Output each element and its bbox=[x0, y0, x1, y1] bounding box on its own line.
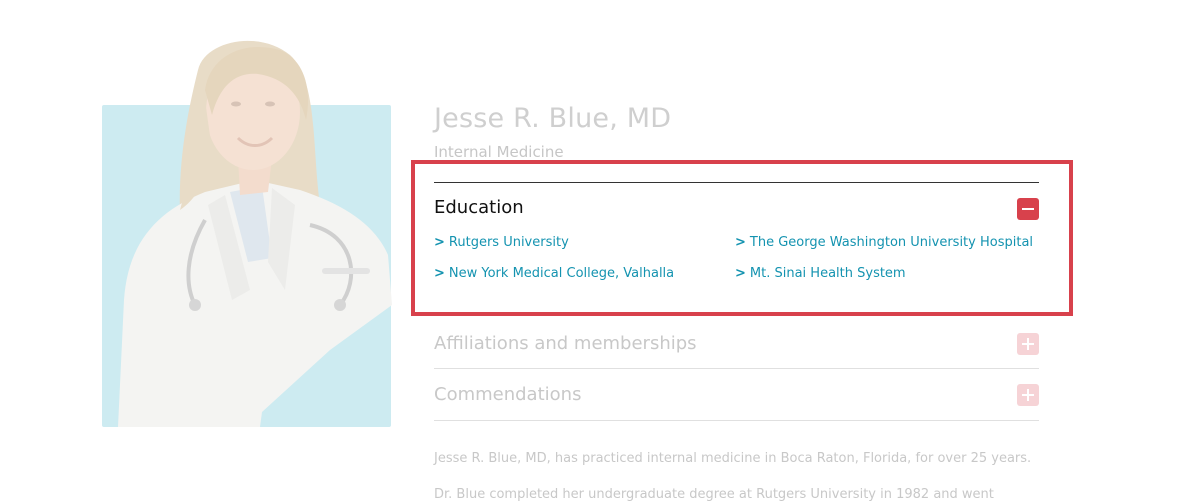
section-divider bbox=[434, 420, 1039, 421]
section-divider bbox=[434, 368, 1039, 369]
doctor-specialty: Internal Medicine bbox=[434, 143, 564, 161]
commendations-expand-button[interactable] bbox=[1017, 384, 1039, 406]
commendations-title[interactable]: Commendations bbox=[434, 384, 581, 405]
affiliations-title[interactable]: Affiliations and memberships bbox=[434, 333, 697, 354]
doctor-name: Jesse R. Blue, MD bbox=[434, 103, 672, 134]
doctor-portrait-image bbox=[118, 40, 392, 427]
bio-paragraph: Jesse R. Blue, MD, has practiced interna… bbox=[434, 451, 1032, 466]
doctor-photo bbox=[0, 0, 400, 500]
education-highlight-frame bbox=[411, 160, 1073, 316]
affiliations-expand-button[interactable] bbox=[1017, 333, 1039, 355]
